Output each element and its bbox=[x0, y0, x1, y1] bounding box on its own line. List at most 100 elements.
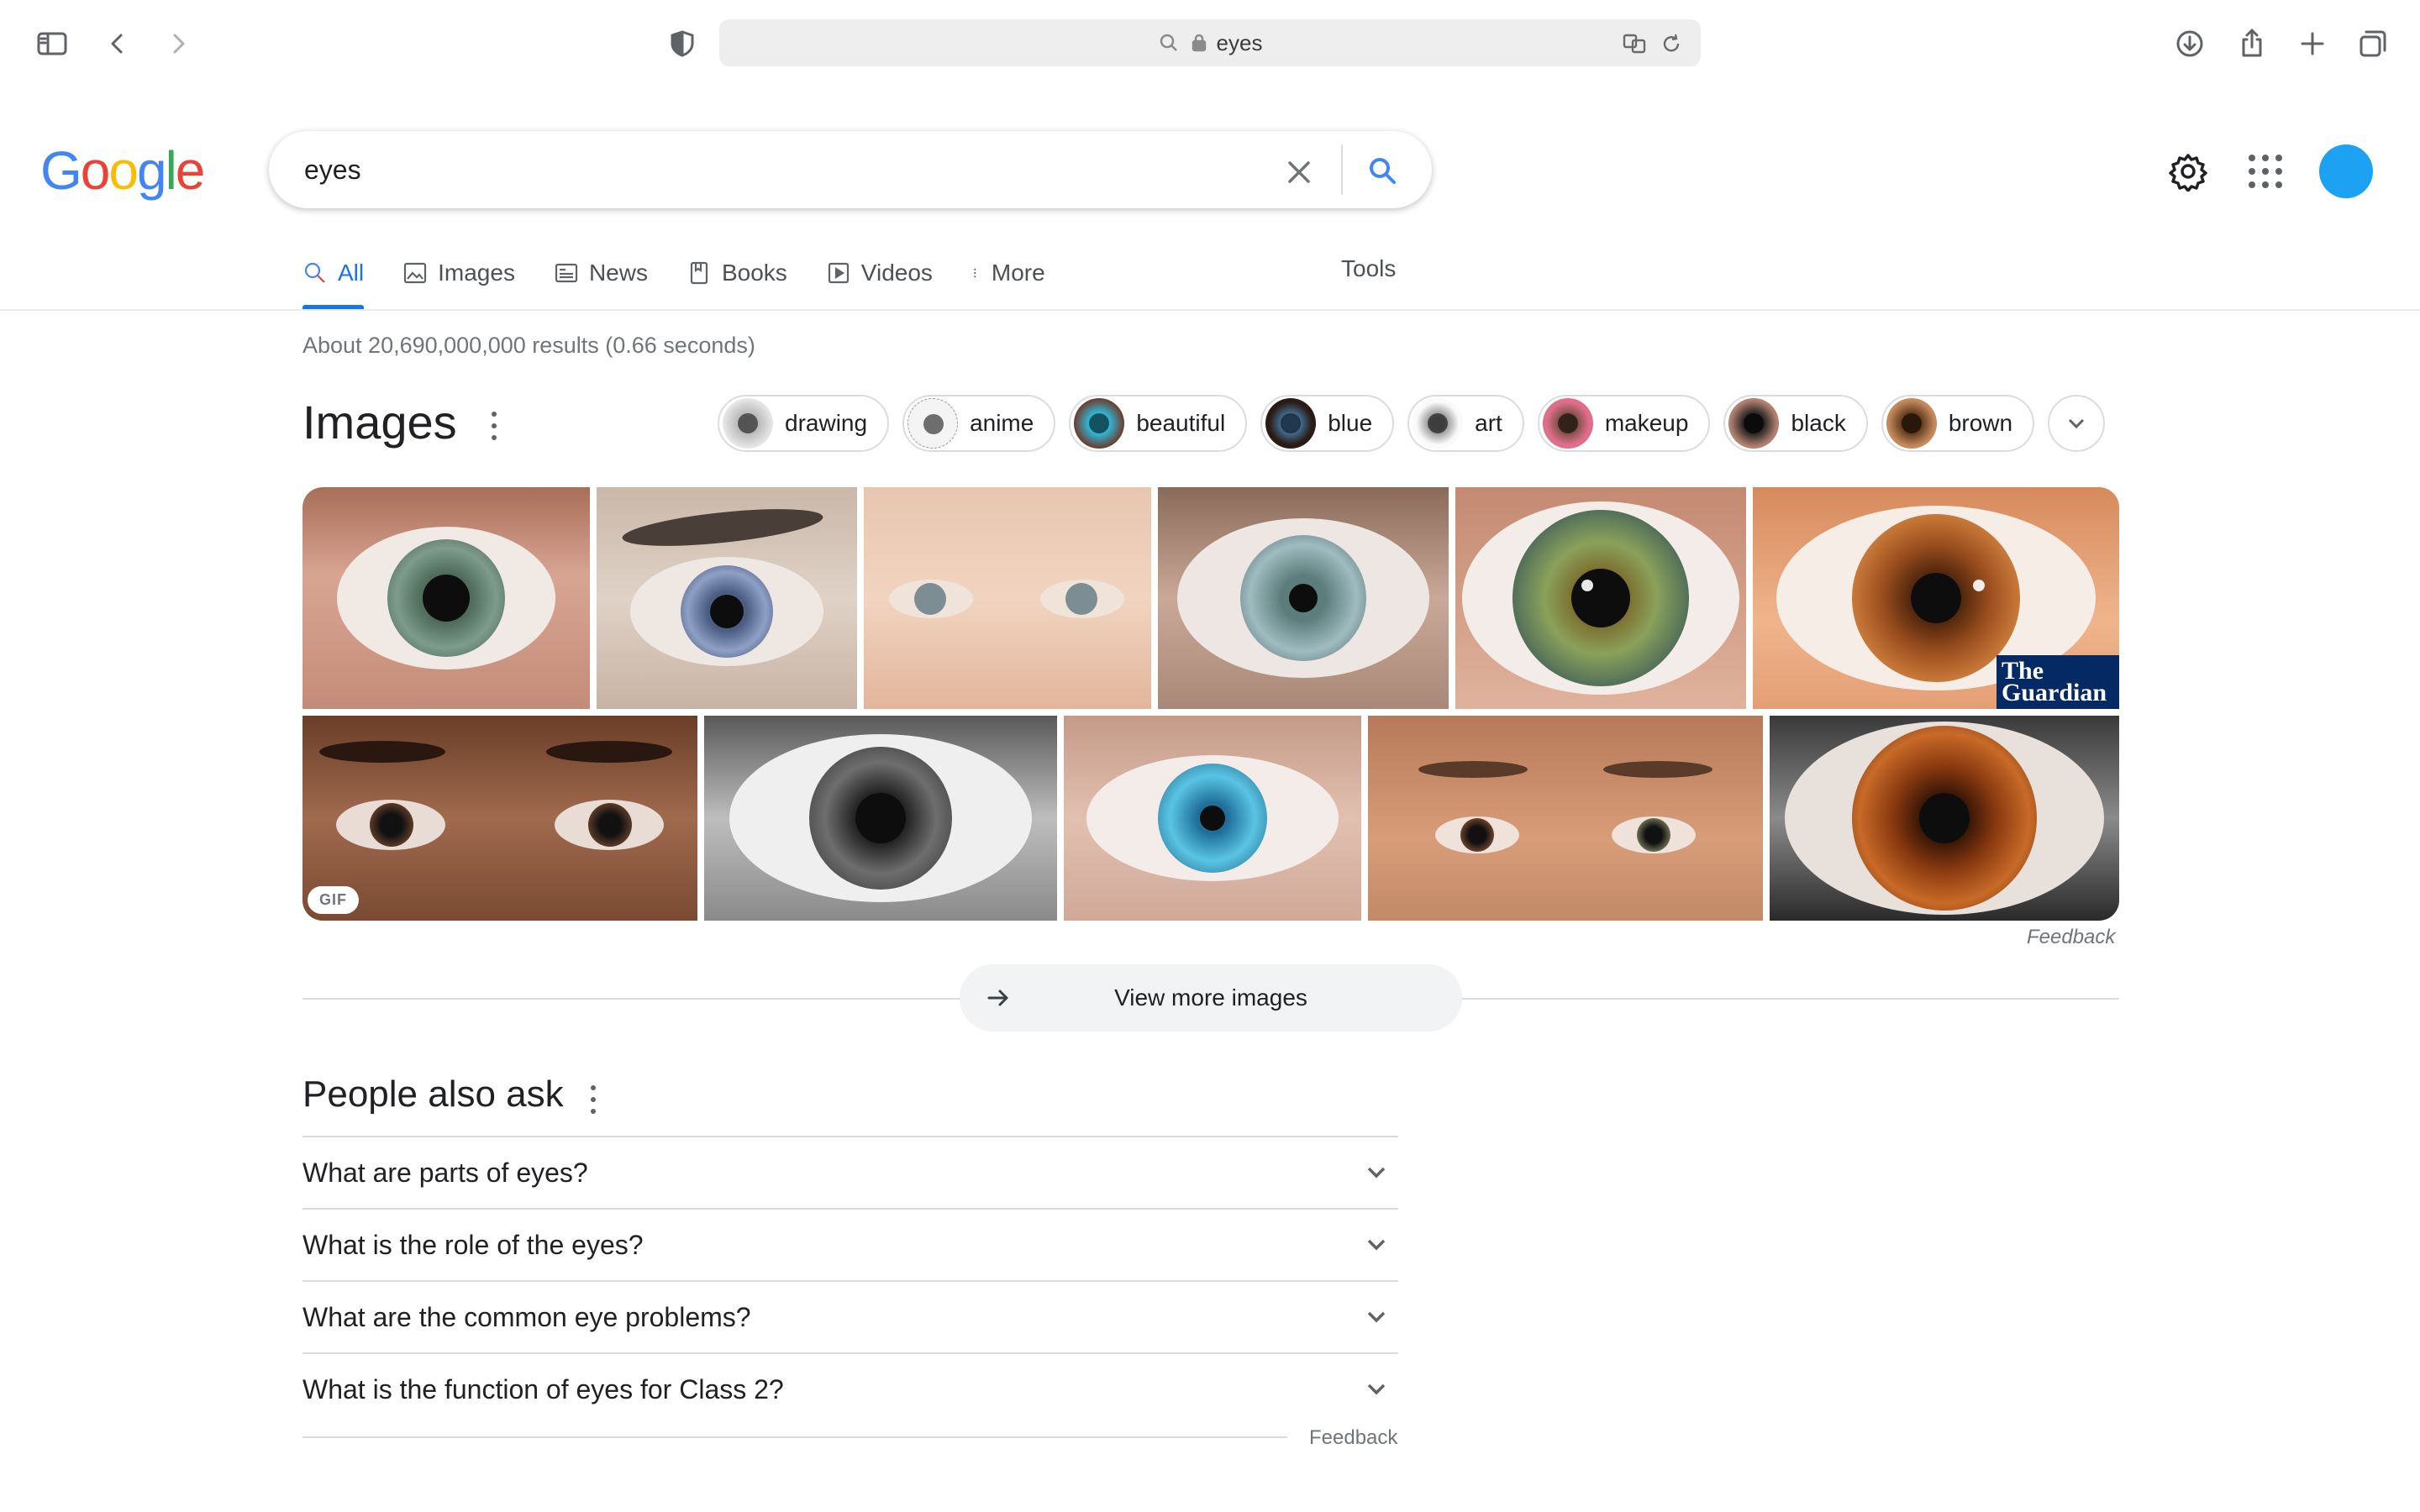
browser-toolbar: eyes bbox=[0, 0, 2420, 84]
tab-books[interactable]: Books bbox=[687, 252, 787, 294]
chip-label: makeup bbox=[1604, 410, 1689, 436]
tab-images[interactable]: Images bbox=[402, 252, 515, 294]
avatar[interactable] bbox=[2319, 144, 2373, 198]
chip-thumbnail bbox=[1886, 398, 1937, 449]
chip-label: art bbox=[1475, 410, 1502, 436]
people-also-ask-list: What are parts of eyes? What is the role… bbox=[302, 1136, 1398, 1425]
paa-divider bbox=[302, 1436, 1287, 1438]
images-feedback-link[interactable]: Feedback bbox=[2027, 926, 2115, 949]
header-divider bbox=[0, 309, 2420, 311]
tab-more[interactable]: More bbox=[971, 252, 1045, 294]
shield-icon[interactable] bbox=[664, 25, 701, 62]
chip-blue[interactable]: blue bbox=[1260, 395, 1395, 452]
paa-question[interactable]: What are the common eye problems? bbox=[302, 1280, 1398, 1352]
chevron-down-icon bbox=[1367, 1383, 1386, 1395]
more-vert-icon[interactable] bbox=[491, 412, 497, 440]
chip-thumbnail bbox=[1542, 398, 1593, 449]
chip-drawing[interactable]: drawing bbox=[718, 395, 890, 452]
paa-question[interactable]: What is the function of eyes for Class 2… bbox=[302, 1352, 1398, 1425]
google-apps-icon[interactable] bbox=[2249, 155, 2282, 188]
chevron-down-icon bbox=[2069, 418, 2085, 429]
view-more-label: View more images bbox=[1114, 984, 1307, 1011]
paa-question[interactable]: What is the role of the eyes? bbox=[302, 1208, 1398, 1280]
search-button[interactable] bbox=[1361, 150, 1403, 192]
translate-icon[interactable] bbox=[1622, 31, 1647, 56]
chip-label: blue bbox=[1328, 410, 1373, 436]
settings-gear-icon[interactable] bbox=[2168, 151, 2208, 192]
tab-label: All bbox=[338, 260, 365, 286]
image-result[interactable] bbox=[1455, 487, 1746, 709]
paa-question-text: What is the role of the eyes? bbox=[302, 1229, 644, 1260]
tools-button[interactable]: Tools bbox=[1341, 255, 1396, 282]
chip-beautiful[interactable]: beautiful bbox=[1069, 395, 1248, 452]
search-icon bbox=[1160, 34, 1177, 51]
chip-thumbnail bbox=[723, 398, 773, 449]
tab-videos[interactable]: Videos bbox=[826, 252, 933, 294]
chip-label: beautiful bbox=[1136, 410, 1226, 436]
chip-anime[interactable]: anime bbox=[902, 395, 1056, 452]
chevron-down-icon bbox=[1367, 1239, 1386, 1251]
search-icon bbox=[1370, 158, 1396, 184]
chip-makeup[interactable]: makeup bbox=[1537, 395, 1711, 452]
search-box bbox=[269, 131, 1432, 208]
image-icon bbox=[404, 262, 427, 284]
image-result[interactable] bbox=[302, 487, 590, 709]
sidebar-icon[interactable] bbox=[34, 25, 71, 62]
paa-question-text: What are the common eye problems? bbox=[302, 1301, 751, 1332]
image-result[interactable] bbox=[597, 487, 857, 709]
chip-label: anime bbox=[970, 410, 1034, 436]
tabs-overview-icon[interactable] bbox=[2354, 25, 2391, 62]
image-result[interactable]: The Guardian bbox=[1753, 487, 2119, 709]
search-icon bbox=[304, 262, 325, 283]
image-result[interactable] bbox=[1770, 716, 2119, 921]
chip-thumbnail bbox=[1265, 398, 1317, 449]
chip-art[interactable]: art bbox=[1407, 395, 1524, 452]
image-refinement-chips: drawing anime beautiful blue art makeup … bbox=[718, 395, 2106, 452]
chevron-down-icon bbox=[1367, 1167, 1386, 1179]
paa-question[interactable]: What are parts of eyes? bbox=[302, 1136, 1398, 1208]
address-text: eyes bbox=[1216, 29, 1263, 55]
reload-icon[interactable] bbox=[1659, 31, 1684, 56]
search-divider bbox=[1341, 144, 1343, 195]
google-logo[interactable]: Google bbox=[40, 139, 205, 202]
chip-black[interactable]: black bbox=[1723, 395, 1868, 452]
more-vert-icon[interactable] bbox=[590, 1085, 597, 1114]
image-result[interactable] bbox=[1064, 716, 1361, 921]
tab-label: Videos bbox=[860, 260, 933, 286]
tab-label: More bbox=[991, 260, 1045, 286]
tab-label: Images bbox=[438, 260, 515, 286]
images-heading: Images bbox=[302, 396, 457, 449]
lock-icon bbox=[1192, 34, 1206, 52]
chip-label: brown bbox=[1948, 410, 2013, 436]
arrow-right-icon bbox=[987, 990, 1008, 1006]
clear-search-button[interactable] bbox=[1279, 152, 1319, 192]
news-icon bbox=[555, 263, 578, 283]
tab-label: News bbox=[588, 260, 648, 286]
image-result[interactable] bbox=[1368, 716, 1763, 921]
image-result[interactable] bbox=[704, 716, 1057, 921]
new-tab-icon[interactable] bbox=[2294, 25, 2331, 62]
paa-feedback-link[interactable]: Feedback bbox=[1309, 1426, 1397, 1450]
forward-icon[interactable] bbox=[160, 25, 197, 62]
tab-news[interactable]: News bbox=[554, 252, 648, 294]
view-more-images-button[interactable]: View more images bbox=[960, 964, 1462, 1032]
chip-thumbnail bbox=[1728, 398, 1780, 449]
download-icon[interactable] bbox=[2171, 25, 2208, 62]
share-icon[interactable] bbox=[2233, 25, 2270, 62]
back-icon[interactable] bbox=[99, 25, 136, 62]
chip-brown[interactable]: brown bbox=[1881, 395, 2035, 452]
chip-thumbnail bbox=[908, 398, 959, 449]
chips-expand-button[interactable] bbox=[2048, 395, 2106, 452]
search-input[interactable] bbox=[304, 150, 1212, 190]
address-bar[interactable]: eyes bbox=[719, 19, 1701, 66]
image-result[interactable]: GIF bbox=[302, 716, 697, 921]
image-result[interactable] bbox=[1158, 487, 1449, 709]
more-vert-icon bbox=[974, 268, 976, 278]
image-result[interactable] bbox=[864, 487, 1151, 709]
chip-thumbnail bbox=[1413, 398, 1464, 449]
paa-question-text: What is the function of eyes for Class 2… bbox=[302, 1373, 784, 1404]
tab-all[interactable]: All bbox=[302, 252, 365, 309]
guardian-logo: The Guardian bbox=[1996, 655, 2119, 709]
result-stats: About 20,690,000,000 results (0.66 secon… bbox=[302, 333, 755, 358]
image-grid: The Guardian GIF bbox=[302, 487, 2119, 921]
